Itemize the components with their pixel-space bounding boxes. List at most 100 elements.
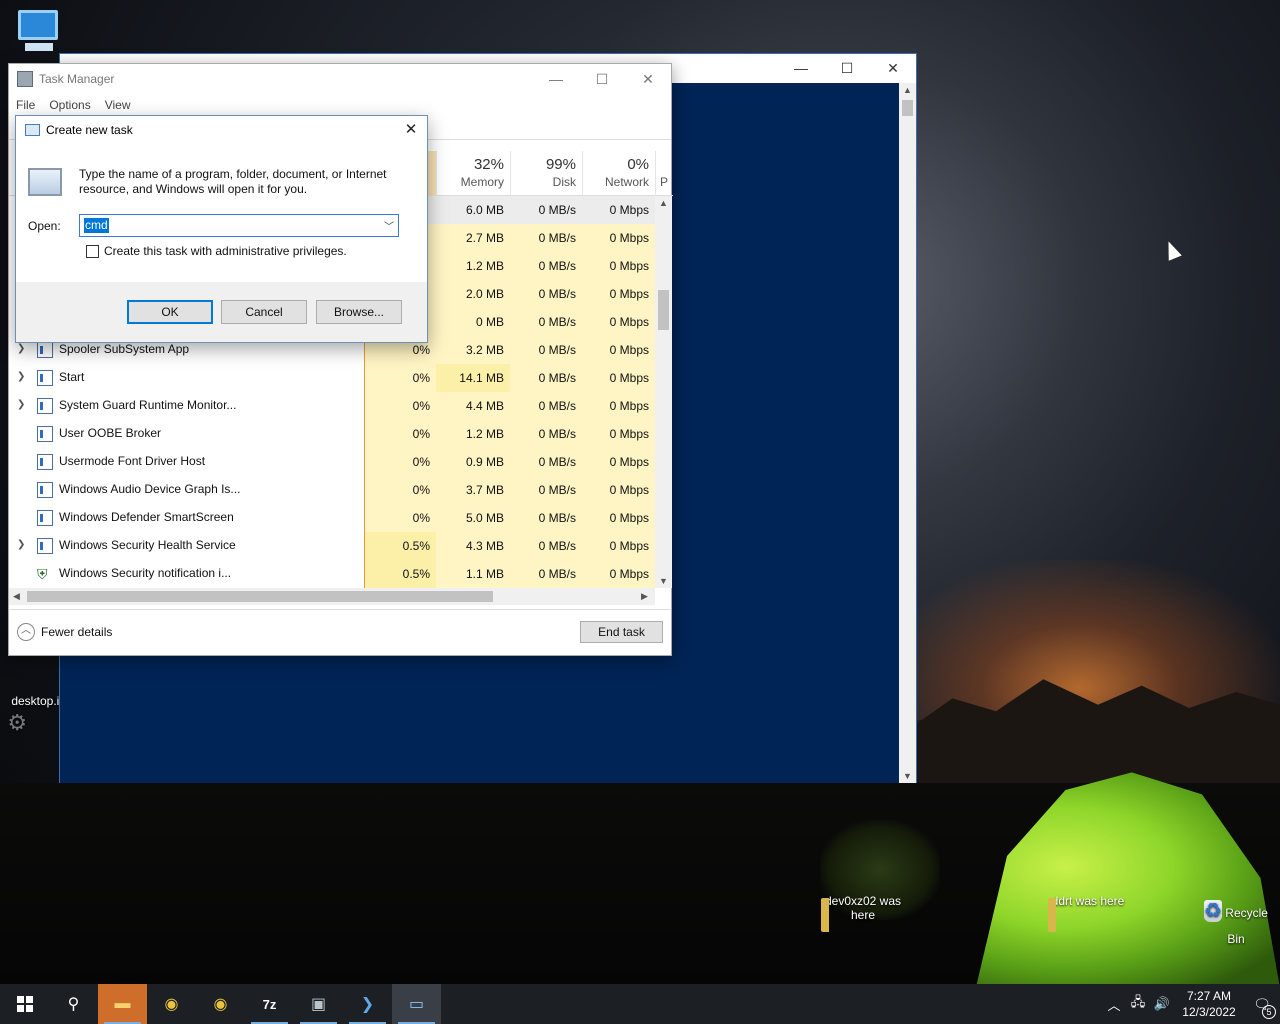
memory-cell: 1.1 MB <box>436 560 510 588</box>
taskbar-task-manager[interactable]: ▣ <box>294 984 343 1024</box>
disk-cell: 0 MB/s <box>510 280 582 308</box>
expand-chevron-icon[interactable]: ❯ <box>17 371 25 382</box>
scroll-down-icon[interactable]: ▼ <box>655 576 672 586</box>
table-row[interactable]: User OOBE Broker 0% 1.2 MB 0 MB/s 0 Mbps <box>9 420 655 448</box>
memory-cell: 2.0 MB <box>436 280 510 308</box>
menu-file[interactable]: File <box>16 98 35 112</box>
desktop-icon-recycle-bin[interactable]: ♻ Recycle Bin <box>1196 890 1276 946</box>
network-cell: 0 Mbps <box>582 196 655 224</box>
close-icon[interactable]: ✕ <box>625 64 671 94</box>
recycle-bin-icon: ♻ <box>1204 900 1222 922</box>
disk-cell: 0 MB/s <box>510 364 582 392</box>
column-header-network[interactable]: 0% Network <box>582 151 655 196</box>
create-new-task-dialog[interactable]: Create new task ✕ Type the name of a pro… <box>15 115 428 343</box>
powershell-scrollbar[interactable]: ▲ ▼ <box>899 83 916 783</box>
fewer-details-button[interactable]: ︿ Fewer details <box>17 623 112 641</box>
table-row[interactable]: Windows Security notification i... 0.5% … <box>9 560 655 588</box>
search-button[interactable]: ⚲ <box>49 984 98 1024</box>
network-cell: 0 Mbps <box>582 224 655 252</box>
scroll-thumb[interactable] <box>27 591 493 602</box>
volume-icon[interactable]: 🔊 <box>1150 996 1174 1012</box>
process-name: Windows Security notification i... <box>59 566 232 580</box>
dialog-title: Create new task <box>46 123 133 137</box>
network-label: Network <box>604 175 649 189</box>
column-header-disk[interactable]: 99% Disk <box>510 151 582 196</box>
close-icon[interactable]: ✕ <box>395 116 427 144</box>
process-name: Start <box>59 370 85 384</box>
chevron-down-icon[interactable]: ﹀ <box>384 218 394 233</box>
memory-label: Memory <box>460 175 504 189</box>
network-icon[interactable]: 🖧 <box>1126 993 1150 1015</box>
windows-logo-icon <box>16 996 33 1012</box>
taskbar-run-dialog[interactable]: ▭ <box>392 984 441 1024</box>
browse-button[interactable]: Browse... <box>316 300 402 324</box>
taskbar-file-explorer[interactable]: ▬ <box>98 984 147 1024</box>
ok-button[interactable]: OK <box>127 300 213 324</box>
taskbar-7zip[interactable]: 7z <box>245 984 294 1024</box>
taskbar-chrome[interactable]: ◉ <box>147 984 196 1024</box>
process-name: Windows Defender SmartScreen <box>59 510 234 524</box>
power-label: P <box>660 175 669 189</box>
disk-cell: 0 MB/s <box>510 420 582 448</box>
clock[interactable]: 7:27 AM 12/3/2022 <box>1174 988 1244 1020</box>
checkbox-box[interactable] <box>86 244 99 258</box>
scroll-up-icon[interactable]: ▲ <box>899 85 916 95</box>
taskbar-powershell[interactable]: ❯ <box>343 984 392 1024</box>
column-header-memory[interactable]: 32% Memory <box>436 151 510 196</box>
menu-view[interactable]: View <box>105 98 131 112</box>
admin-privileges-checkbox[interactable]: Create this task with administrative pri… <box>86 244 347 258</box>
app-window-icon <box>37 454 53 470</box>
network-cell: 0 Mbps <box>582 560 655 588</box>
scroll-down-icon[interactable]: ▼ <box>899 771 916 781</box>
scroll-left-icon[interactable]: ◀ <box>13 588 20 605</box>
table-row[interactable]: Usermode Font Driver Host 0% 0.9 MB 0 MB… <box>9 448 655 476</box>
expand-chevron-icon[interactable]: ❯ <box>17 539 25 550</box>
action-center-button[interactable]: 🗨 5 <box>1244 996 1280 1019</box>
minimize-icon[interactable]: — <box>778 54 824 83</box>
column-header-power[interactable]: P <box>655 151 673 196</box>
cpu-cell: 0% <box>364 448 436 476</box>
expand-chevron-icon[interactable]: ❯ <box>17 343 25 354</box>
network-cell: 0 Mbps <box>582 252 655 280</box>
start-button[interactable] <box>0 984 49 1024</box>
desktop-icon-folder-dev0xz02[interactable]: dev0xz02 was here <box>818 894 908 922</box>
scroll-up-icon[interactable]: ▲ <box>655 198 672 208</box>
desktop-icon-folder-ddrt[interactable]: ddrt was here <box>1043 894 1133 908</box>
maximize-icon[interactable]: ☐ <box>824 54 870 83</box>
network-cell: 0 Mbps <box>582 392 655 420</box>
chevron-up-icon[interactable]: ︿ <box>1102 995 1126 1014</box>
process-name: System Guard Runtime Monitor... <box>59 398 237 412</box>
computer-icon <box>18 10 58 51</box>
task-manager-titlebar[interactable]: Task Manager — ☐ ✕ <box>9 64 671 94</box>
folder-icon: ▬ <box>114 995 131 1012</box>
table-row[interactable]: Windows Defender SmartScreen 0% 5.0 MB 0… <box>9 504 655 532</box>
app-window-icon <box>37 510 53 526</box>
dialog-titlebar[interactable]: Create new task ✕ <box>16 116 427 144</box>
cancel-button[interactable]: Cancel <box>221 300 307 324</box>
scroll-thumb[interactable] <box>658 290 669 330</box>
table-row[interactable]: ❯ Start 0% 14.1 MB 0 MB/s 0 Mbps <box>9 364 655 392</box>
desktop-icon-this-pc[interactable] <box>16 10 60 51</box>
chevron-up-icon: ︿ <box>17 623 35 641</box>
close-icon[interactable]: ✕ <box>870 54 916 83</box>
network-percent: 0% <box>627 156 649 173</box>
table-row[interactable]: ❯ Windows Security Health Service 0.5% 4… <box>9 532 655 560</box>
table-row[interactable]: Windows Audio Device Graph Is... 0% 3.7 … <box>9 476 655 504</box>
scroll-right-icon[interactable]: ▶ <box>641 588 648 605</box>
network-cell: 0 Mbps <box>582 476 655 504</box>
minimize-icon[interactable]: — <box>533 64 579 94</box>
end-task-button[interactable]: End task <box>580 621 663 643</box>
disk-cell: 0 MB/s <box>510 392 582 420</box>
scroll-thumb[interactable] <box>902 100 913 116</box>
menu-options[interactable]: Options <box>49 98 90 112</box>
table-row[interactable]: ❯ System Guard Runtime Monitor... 0% 4.4… <box>9 392 655 420</box>
cpu-cell: 0.5% <box>364 560 436 588</box>
maximize-icon[interactable]: ☐ <box>579 64 625 94</box>
expand-chevron-icon[interactable]: ❯ <box>17 399 25 410</box>
open-combobox[interactable]: cmd ﹀ <box>79 214 399 237</box>
open-input-value[interactable]: cmd <box>84 218 109 233</box>
taskbar-brave[interactable]: ◉ <box>196 984 245 1024</box>
network-cell: 0 Mbps <box>582 308 655 336</box>
horizontal-scrollbar[interactable]: ◀ ▶ <box>9 588 655 605</box>
vertical-scrollbar[interactable]: ▲ ▼ <box>655 196 672 588</box>
